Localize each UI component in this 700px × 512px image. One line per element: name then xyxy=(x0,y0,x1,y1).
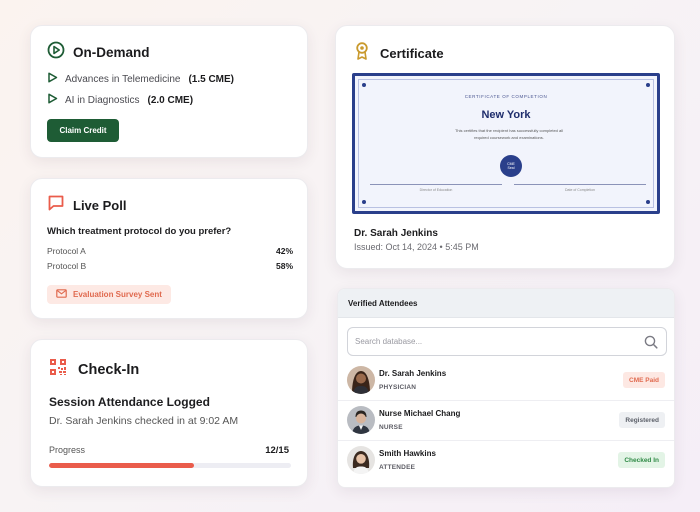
on-demand-card: On-Demand Advances in Telemedicine (1.5 … xyxy=(30,25,308,158)
live-poll-title: Live Poll xyxy=(73,198,127,213)
attendee-name: Dr. Sarah Jenkins xyxy=(379,369,447,378)
attendees-header: Verified Attendees xyxy=(338,289,674,318)
live-poll-header: Live Poll xyxy=(47,194,126,217)
attendee-row[interactable]: Dr. Sarah Jenkins PHYSICIAN CME Paid xyxy=(338,361,674,401)
signature-label: Director of Education xyxy=(419,188,453,192)
attendee-status-badge: CME Paid xyxy=(623,372,665,388)
corner-dot xyxy=(362,83,366,87)
poll-option-label: Protocol A xyxy=(47,246,86,256)
avatar xyxy=(347,406,375,434)
survey-status-text: Evaluation Survey Sent xyxy=(73,290,162,299)
search-box xyxy=(347,327,667,356)
poll-option-percent: 58% xyxy=(275,261,293,271)
attendee-status-badge: Registered xyxy=(619,412,665,428)
verified-attendees-card: Verified Attendees Dr. Sarah Jenkins PHY… xyxy=(337,288,675,488)
avatar xyxy=(347,446,375,474)
certificate-document[interactable]: CERTIFICATE OF COMPLETION New York This … xyxy=(352,73,660,214)
mail-icon xyxy=(56,289,67,300)
poll-option[interactable]: Protocol B 58% xyxy=(47,261,293,271)
corner-dot xyxy=(362,200,366,204)
signature-line xyxy=(514,184,646,185)
corner-dot xyxy=(646,83,650,87)
poll-option-label: Protocol B xyxy=(47,261,87,271)
check-in-title: Check-In xyxy=(78,361,140,378)
claim-credit-button[interactable]: Claim Credit xyxy=(47,119,119,142)
attendee-name: Nurse Michael Chang xyxy=(379,409,461,418)
course-credits: (1.5 CME) xyxy=(188,73,235,85)
attendee-row[interactable]: Smith Hawkins ATTENDEE Checked In xyxy=(338,441,674,481)
play-icon xyxy=(47,72,58,86)
on-demand-header: On-Demand xyxy=(47,41,150,64)
attendee-role: ATTENDEE xyxy=(379,464,416,471)
attendee-role: PHYSICIAN xyxy=(379,384,417,391)
attendee-row[interactable]: Nurse Michael Chang NURSE Registered xyxy=(338,401,674,441)
poll-option[interactable]: Protocol A 42% xyxy=(47,246,293,256)
check-in-card: Check-In Session Attendance Logged Dr. S… xyxy=(30,339,308,487)
certificate-recipient: Dr. Sarah Jenkins xyxy=(354,228,438,239)
progress-bar xyxy=(49,463,291,468)
course-item[interactable]: Advances in Telemedicine (1.5 CME) xyxy=(47,72,234,86)
play-circle-icon xyxy=(47,41,65,64)
course-title: Advances in Telemedicine xyxy=(65,73,181,85)
check-in-message: Dr. Sarah Jenkins checked in at 9:02 AM xyxy=(49,415,239,427)
session-title: Session Attendance Logged xyxy=(49,395,210,409)
poll-question: Which treatment protocol do you prefer? xyxy=(47,226,232,237)
certificate-seal: CME Seal xyxy=(500,155,522,177)
progress-bar-fill xyxy=(49,463,195,468)
survey-status-badge: Evaluation Survey Sent xyxy=(47,285,171,304)
course-item[interactable]: AI in Diagnostics (2.0 CME) xyxy=(47,93,193,107)
attendee-role: NURSE xyxy=(379,424,403,431)
seal-line: Seal xyxy=(507,166,515,170)
play-icon xyxy=(47,93,58,107)
course-title: AI in Diagnostics xyxy=(65,94,140,106)
certificate-issued-date: Issued: Oct 14, 2024 • 5:45 PM xyxy=(354,242,479,252)
avatar xyxy=(347,366,375,394)
certificate-body-text: This certifies that the recipient has su… xyxy=(454,128,564,140)
certificate-inner-border: CERTIFICATE OF COMPLETION New York This … xyxy=(358,79,654,208)
attendee-name: Smith Hawkins xyxy=(379,449,436,458)
search-icon[interactable] xyxy=(644,335,658,354)
course-credits: (2.0 CME) xyxy=(147,94,194,106)
qr-code-icon xyxy=(49,358,67,381)
poll-option-percent: 42% xyxy=(275,246,293,256)
attendee-status-badge: Checked In xyxy=(618,452,665,468)
award-ribbon-icon xyxy=(354,42,370,65)
corner-dot xyxy=(646,200,650,204)
on-demand-title: On-Demand xyxy=(73,45,150,60)
certificate-city: New York xyxy=(481,109,531,121)
certificate-title: Certificate xyxy=(380,46,444,61)
live-poll-card: Live Poll Which treatment protocol do yo… xyxy=(30,178,308,319)
signature-label: Date of Completion xyxy=(565,188,595,192)
attendees-title: Verified Attendees xyxy=(348,299,418,308)
chat-bubble-icon xyxy=(47,194,65,217)
progress-label: Progress xyxy=(49,445,86,455)
certificate-header: Certificate xyxy=(354,42,444,65)
progress-value: 12/15 xyxy=(265,445,289,456)
search-input[interactable] xyxy=(355,328,625,355)
certificate-heading: CERTIFICATE OF COMPLETION xyxy=(464,94,548,99)
signature-line xyxy=(370,184,502,185)
certificate-card: Certificate CERTIFICATE OF COMPLETION Ne… xyxy=(335,25,675,269)
check-in-header: Check-In xyxy=(49,358,139,381)
